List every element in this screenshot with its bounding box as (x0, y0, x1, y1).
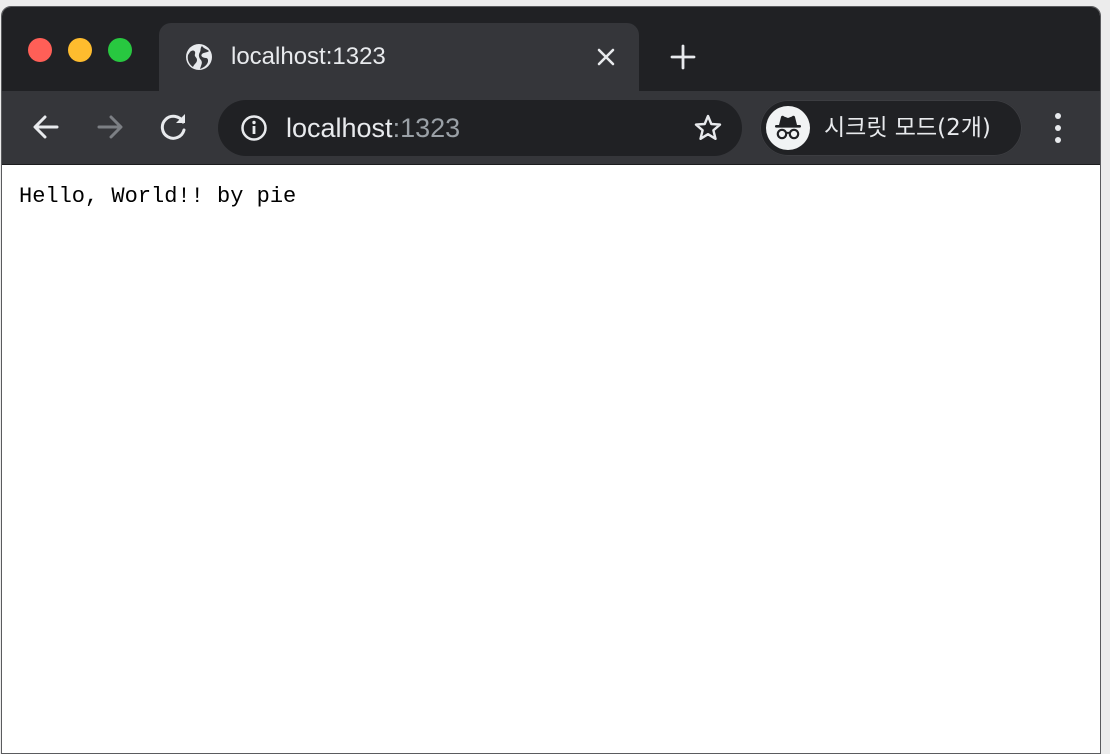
incognito-button[interactable]: 시크릿 모드(2개) (760, 100, 1022, 156)
url-host: localhost (286, 113, 393, 143)
tab-strip: localhost:1323 (2, 7, 1100, 91)
incognito-label: 시크릿 모드(2개) (824, 115, 991, 141)
window-minimize-button[interactable] (68, 38, 92, 62)
new-tab-button[interactable] (668, 42, 698, 72)
page-body-text: Hello, World!! by pie (19, 184, 297, 209)
close-icon[interactable] (593, 44, 619, 70)
url-port: :1323 (392, 113, 461, 143)
forward-arrow-icon (97, 115, 123, 139)
back-arrow-icon (33, 115, 59, 139)
plus-icon (670, 44, 696, 70)
kebab-menu-icon[interactable] (1042, 109, 1074, 147)
forward-button[interactable] (94, 111, 126, 143)
browser-window: localhost:1323 localhost:1323 시크릿 모드(2개)… (1, 6, 1101, 754)
globe-icon (185, 43, 213, 71)
url-text: localhost:1323 (286, 113, 460, 143)
star-icon[interactable] (692, 112, 724, 144)
back-button[interactable] (30, 111, 62, 143)
info-icon[interactable] (240, 114, 268, 142)
reload-button[interactable] (158, 111, 190, 143)
window-close-button[interactable] (28, 38, 52, 62)
tab-title: localhost:1323 (231, 43, 386, 70)
toolbar: localhost:1323 시크릿 모드(2개) (2, 91, 1100, 165)
page-viewport: Hello, World!! by pie (2, 165, 1100, 753)
tab-localhost[interactable]: localhost:1323 (159, 23, 639, 91)
reload-icon (160, 114, 186, 140)
incognito-icon (766, 106, 810, 150)
window-zoom-button[interactable] (108, 38, 132, 62)
address-bar[interactable]: localhost:1323 (218, 100, 742, 156)
